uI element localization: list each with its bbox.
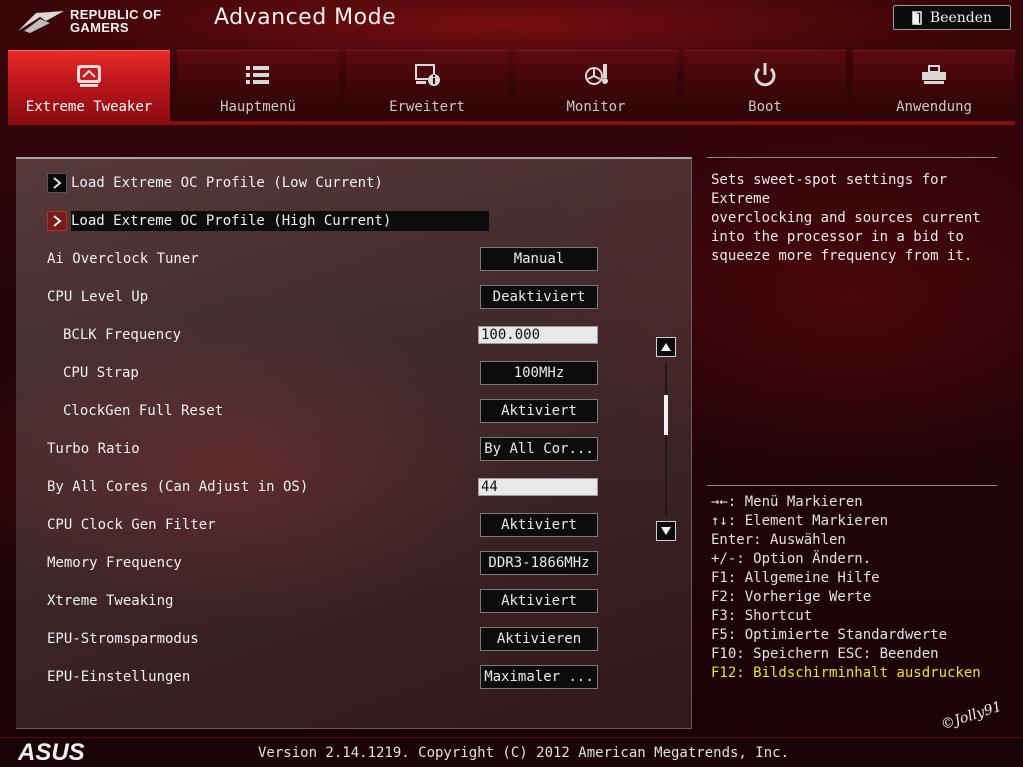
tab-tool[interactable]: Anwendung: [853, 50, 1015, 122]
key-legend-item: F5: Optimierte Standardwerte: [711, 627, 948, 643]
help-line: Sets sweet-spot settings for Extreme: [711, 172, 948, 207]
triangle-down-icon: [661, 527, 671, 535]
key-legend: →←: Menü Markieren ↑↓: Element Markieren…: [711, 493, 1011, 683]
tab-label: Erweitert: [389, 99, 465, 115]
tab-label: Hauptmenü: [220, 99, 296, 115]
setting-label: ClockGen Full Reset: [63, 403, 224, 419]
submenu-label: Load Extreme OC Profile (Low Current): [71, 175, 383, 191]
help-divider: [707, 157, 997, 158]
svg-text:ASUS: ASUS: [18, 740, 85, 764]
tab-main-menu[interactable]: Hauptmenü: [177, 50, 339, 122]
triangle-up-icon: [661, 343, 671, 351]
version-info: Version 2.14.1219. Copyright (C) 2012 Am…: [258, 745, 790, 761]
setting-value-button[interactable]: Maximaler ...: [480, 665, 598, 689]
submenu-arrow-icon: [47, 173, 67, 193]
help-description: Sets sweet-spot settings for Extreme ove…: [711, 171, 1001, 266]
setting-row: ClockGen Full Reset: [63, 398, 703, 424]
power-icon: [754, 63, 776, 87]
setting-value-button[interactable]: DDR3-1866MHz: [480, 551, 598, 575]
exit-button-label: Beenden: [929, 9, 993, 26]
setting-label: Memory Frequency: [47, 555, 182, 571]
setting-label: By All Cores (Can Adjust in OS): [47, 479, 309, 495]
key-legend-item: F1: Allgemeine Hilfe: [711, 570, 880, 586]
submenu-arrow-icon: [47, 211, 67, 231]
settings-panel: Load Extreme OC Profile (Low Current) Lo…: [16, 157, 692, 729]
keys-divider: [707, 485, 997, 486]
setting-label: Xtreme Tweaking: [47, 593, 174, 609]
key-legend-item: +/-: Option Ändern.: [711, 551, 872, 567]
scroll-up-button[interactable]: [656, 337, 676, 357]
help-line: into the processor in a bid to: [711, 229, 964, 245]
setting-value-input[interactable]: 100.000: [478, 326, 598, 344]
setting-row: CPU Strap: [63, 360, 703, 386]
extreme-tweaker-icon: [77, 65, 101, 87]
help-line: overclocking and sources current: [711, 210, 981, 226]
setting-value-button[interactable]: 100MHz: [480, 361, 598, 385]
rog-eye-icon: [18, 11, 64, 33]
tab-label: Anwendung: [896, 99, 972, 115]
tab-underline: [8, 121, 1015, 125]
tab-label: Monitor: [566, 99, 626, 115]
advanced-info-icon: [415, 64, 440, 86]
list-icon: [246, 66, 269, 84]
tab-label: Boot: [748, 99, 782, 115]
setting-label: EPU-Stromsparmodus: [47, 631, 199, 647]
scrollbar-track[interactable]: [665, 362, 667, 517]
scroll-down-button[interactable]: [656, 521, 676, 541]
key-legend-item: F3: Shortcut: [711, 608, 813, 624]
setting-value-button[interactable]: Aktiviert: [480, 513, 598, 537]
setting-value-button[interactable]: Aktiviert: [480, 589, 598, 613]
setting-label: CPU Level Up: [47, 289, 149, 305]
main-tabs: Extreme Tweaker Hauptmenü Erweitert Moni…: [8, 50, 1015, 122]
key-legend-item-highlight: F12: Bildschirminhalt ausdrucken: [711, 665, 981, 681]
submenu-label: Load Extreme OC Profile (High Current): [71, 211, 490, 231]
submenu-item-profile-low[interactable]: Load Extreme OC Profile (Low Current): [47, 170, 687, 196]
setting-value-button[interactable]: Deaktiviert: [480, 285, 598, 309]
setting-label: Ai Overclock Tuner: [47, 251, 199, 267]
setting-label: CPU Strap: [63, 365, 139, 381]
setting-value-button[interactable]: Manual: [480, 247, 598, 271]
tool-icon: [922, 65, 946, 84]
tab-boot[interactable]: Boot: [684, 50, 846, 122]
top-bar: REPUBLIC OF GAMERS Advanced Mode Beenden: [0, 0, 1023, 46]
brand-line-2: GAMERS: [70, 20, 129, 35]
key-legend-item: F2: Vorherige Werte: [711, 589, 872, 605]
footer-divider: [0, 737, 1023, 738]
monitor-fan-icon: [585, 64, 608, 85]
exit-door-icon: [912, 10, 922, 25]
setting-value-button[interactable]: Aktiviert: [480, 399, 598, 423]
setting-row: BCLK Frequency: [63, 322, 703, 348]
submenu-item-profile-high[interactable]: Load Extreme OC Profile (High Current): [47, 208, 687, 234]
exit-button[interactable]: Beenden: [893, 5, 1011, 30]
tab-label: Extreme Tweaker: [25, 99, 153, 115]
scrollbar-thumb[interactable]: [664, 395, 668, 435]
asus-logo: ASUS: [18, 740, 85, 764]
setting-label: EPU-Einstellungen: [47, 669, 191, 685]
setting-value-button[interactable]: By All Cor...: [480, 437, 598, 461]
setting-label: CPU Clock Gen Filter: [47, 517, 216, 533]
rog-logo: REPUBLIC OF GAMERS: [16, 4, 186, 38]
key-legend-item: Enter: Auswählen: [711, 532, 846, 548]
tab-monitor[interactable]: Monitor: [515, 50, 677, 122]
tab-advanced[interactable]: Erweitert: [346, 50, 508, 122]
setting-label: BCLK Frequency: [63, 327, 182, 343]
page-title: Advanced Mode: [214, 5, 397, 30]
setting-value-input[interactable]: 44: [478, 478, 598, 496]
key-legend-item: F10: Speichern ESC: Beenden: [711, 646, 939, 662]
setting-label: Turbo Ratio: [47, 441, 140, 457]
setting-value-button[interactable]: Aktivieren: [480, 627, 598, 651]
help-line: squeeze more frequency from it.: [711, 248, 973, 264]
key-legend-item: ↑↓: Element Markieren: [711, 513, 889, 529]
key-legend-item: →←: Menü Markieren: [711, 494, 863, 510]
tab-extreme-tweaker[interactable]: Extreme Tweaker: [8, 50, 170, 122]
